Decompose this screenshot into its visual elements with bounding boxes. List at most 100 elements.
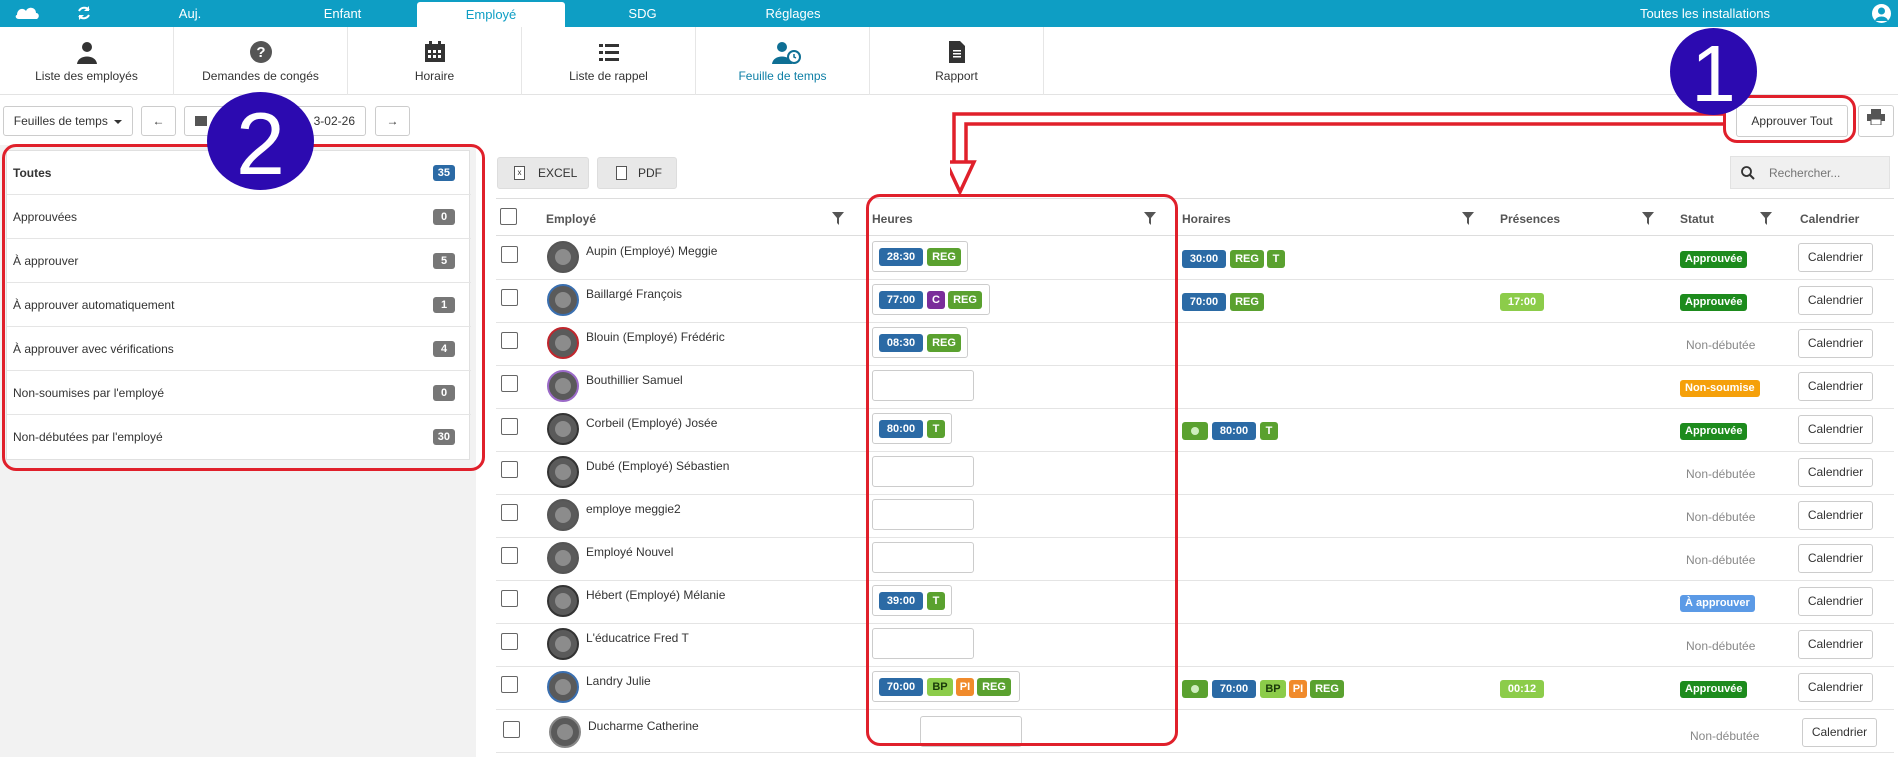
excel-button[interactable]: x EXCEL: [497, 157, 589, 189]
status-text: Non-débutée: [1686, 553, 1756, 567]
col-statut[interactable]: Statut: [1680, 199, 1714, 237]
row-checkbox[interactable]: [501, 375, 518, 392]
annotation-step-2: 2: [207, 92, 314, 193]
calendar-button[interactable]: Calendrier: [1798, 544, 1873, 573]
schedule-type-tag: REG: [1230, 293, 1264, 311]
tab-sdg[interactable]: SDG: [610, 0, 675, 27]
document-icon: [945, 40, 969, 64]
tab-auj[interactable]: Auj.: [160, 0, 220, 27]
avatar-icon: [555, 378, 571, 394]
search-box[interactable]: [1730, 156, 1890, 189]
avatar-icon: [555, 636, 571, 652]
calendar-button[interactable]: Calendrier: [1798, 458, 1873, 487]
table-row: Ducharme Catherine Non-débutée Calendrier: [496, 710, 1894, 753]
employee-name[interactable]: Aupin (Employé) Meggie: [586, 244, 717, 258]
subnav-liste-employes[interactable]: Liste des employés: [0, 27, 174, 95]
filter-icon[interactable]: [1462, 212, 1474, 230]
status-badge: Approuvée: [1680, 251, 1748, 268]
avatar-icon: [555, 550, 571, 566]
subnav-liste-rappel[interactable]: Liste de rappel: [522, 27, 696, 95]
employee-name[interactable]: Hébert (Employé) Mélanie: [586, 588, 725, 602]
calendar-button[interactable]: Calendrier: [1798, 587, 1873, 616]
row-checkbox[interactable]: [501, 289, 518, 306]
employee-name[interactable]: Dubé (Employé) Sébastien: [586, 459, 729, 473]
avatar-icon: [555, 421, 571, 437]
calendar-button[interactable]: Calendrier: [1798, 673, 1873, 702]
avatar: [547, 456, 579, 488]
refresh-icon[interactable]: [76, 5, 92, 21]
employee-name[interactable]: Bouthillier Samuel: [586, 373, 683, 387]
employee-name[interactable]: employe meggie2: [586, 502, 681, 516]
person-icon: [75, 40, 99, 64]
avatar-icon: [555, 507, 571, 523]
user-avatar-icon[interactable]: [1872, 4, 1891, 23]
tab-reglages[interactable]: Réglages: [748, 0, 838, 27]
calendar-button[interactable]: Calendrier: [1798, 415, 1873, 444]
employee-name[interactable]: Ducharme Catherine: [588, 719, 699, 733]
row-checkbox[interactable]: [501, 547, 518, 564]
status-text: Non-débutée: [1690, 729, 1760, 743]
table-row: Aupin (Employé) Meggie 28:30 REG 30:00 REG T A…: [496, 237, 1894, 280]
calendar-button[interactable]: Calendrier: [1798, 329, 1873, 358]
status-badge: Approuvée: [1680, 681, 1748, 698]
calendar-button[interactable]: Calendrier: [1802, 718, 1877, 747]
status-text: Non-débutée: [1686, 510, 1756, 524]
print-button[interactable]: [1858, 105, 1894, 137]
calendar-button[interactable]: Calendrier: [1798, 630, 1873, 659]
calendar-button[interactable]: Calendrier: [1798, 501, 1873, 530]
filter-icon[interactable]: [832, 212, 844, 230]
row-checkbox[interactable]: [501, 461, 518, 478]
view-select[interactable]: Feuilles de temps: [3, 106, 133, 136]
calendar-button[interactable]: Calendrier: [1798, 243, 1873, 272]
row-checkbox[interactable]: [503, 721, 520, 738]
row-checkbox[interactable]: [501, 676, 518, 693]
prev-period-button[interactable]: ←: [141, 106, 176, 136]
employee-name[interactable]: Blouin (Employé) Frédéric: [586, 330, 725, 344]
subnav-horaire[interactable]: Horaire: [348, 27, 522, 95]
search-input[interactable]: [1767, 163, 1885, 183]
next-period-button[interactable]: →: [375, 106, 410, 136]
employee-name[interactable]: L'éducatrice Fred T: [586, 631, 689, 645]
subnav-demandes-conges[interactable]: ? Demandes de congés: [174, 27, 348, 95]
select-all-checkbox[interactable]: [500, 208, 517, 225]
employee-name[interactable]: Employé Nouvel: [586, 545, 673, 559]
employee-name[interactable]: Corbeil (Employé) Josée: [586, 416, 717, 430]
installations-select[interactable]: Toutes les installations: [1630, 0, 1780, 27]
col-calendrier[interactable]: Calendrier: [1800, 199, 1859, 237]
subnav-rapport[interactable]: Rapport: [870, 27, 1044, 95]
row-checkbox[interactable]: [501, 332, 518, 349]
schedule-total-tag: 80:00: [1212, 422, 1256, 440]
tab-enfant[interactable]: Enfant: [305, 0, 380, 27]
annotation-filter-highlight: [2, 144, 485, 471]
filter-icon[interactable]: [1642, 212, 1654, 230]
col-horaires[interactable]: Horaires: [1182, 199, 1231, 237]
col-employe[interactable]: Employé: [546, 199, 596, 237]
employee-name[interactable]: Landry Julie: [586, 674, 651, 688]
avatar-icon: [555, 464, 571, 480]
calendar-button[interactable]: Calendrier: [1798, 372, 1873, 401]
schedule-type-tag: T: [1260, 422, 1278, 440]
col-presences[interactable]: Présences: [1500, 199, 1560, 237]
schedule-type-tag: T: [1267, 250, 1285, 268]
row-checkbox[interactable]: [501, 590, 518, 607]
filter-icon[interactable]: [1760, 212, 1772, 230]
status-badge: Approuvée: [1680, 294, 1748, 311]
person-clock-icon: [771, 40, 801, 64]
row-checkbox[interactable]: [501, 633, 518, 650]
employee-name[interactable]: Baillargé François: [586, 287, 682, 301]
row-checkbox[interactable]: [501, 504, 518, 521]
logo-icon[interactable]: [14, 5, 40, 22]
subnav-feuille-temps[interactable]: Feuille de temps: [696, 27, 870, 95]
calendar-button[interactable]: Calendrier: [1798, 286, 1873, 315]
avatar-icon: [555, 292, 571, 308]
tab-employe[interactable]: Employé: [417, 2, 565, 27]
annotation-step-1: 1: [1670, 28, 1757, 118]
avatar: [547, 370, 579, 402]
avatar-icon: [555, 593, 571, 609]
search-icon: [1741, 166, 1755, 185]
schedule-dot-tag: [1182, 422, 1208, 440]
status-badge: À approuver: [1680, 595, 1755, 612]
pdf-button[interactable]: PDF: [597, 157, 677, 189]
row-checkbox[interactable]: [501, 246, 518, 263]
row-checkbox[interactable]: [501, 418, 518, 435]
